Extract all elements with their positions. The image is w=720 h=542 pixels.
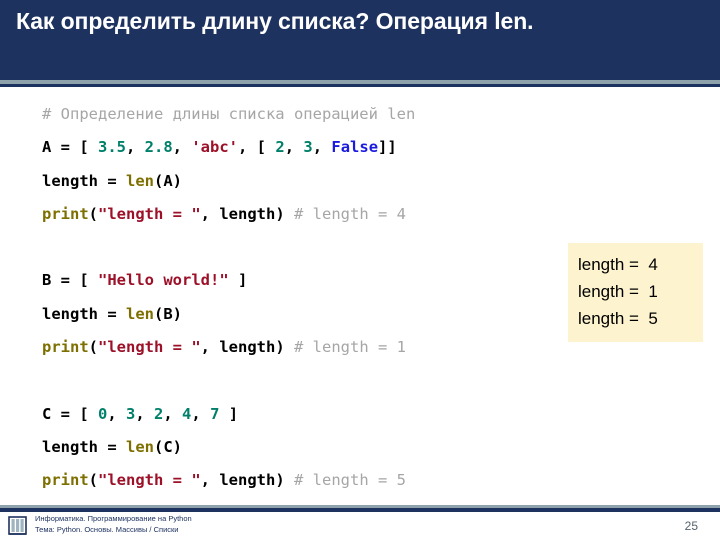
- footer-course-info: Информатика. Программирование на Python …: [35, 514, 455, 535]
- code-line: # Определение длины списка операцией len: [42, 98, 662, 131]
- code-line: C = [ 0, 3, 2, 4, 7 ]: [42, 398, 662, 431]
- code-token-num: 4: [182, 404, 192, 423]
- code-token-comment: # length = 4: [294, 204, 406, 223]
- code-token-plain: ,: [284, 138, 304, 157]
- code-token-fn: len: [126, 437, 154, 456]
- code-token-plain: , [: [238, 138, 276, 157]
- code-token-plain: length =: [42, 304, 126, 323]
- code-token-plain: ,: [191, 404, 211, 423]
- code-token-plain: , length): [200, 204, 294, 223]
- code-token-plain: ,: [107, 404, 127, 423]
- code-token-plain: (: [88, 204, 99, 223]
- book-logo-icon: [7, 515, 28, 537]
- code-token-plain: , length): [200, 338, 294, 357]
- page-title: Как определить длину списка? Операция le…: [16, 8, 534, 34]
- code-token-plain: ,: [163, 404, 183, 423]
- output-callout: length = 4 length = 1 length = 5: [568, 243, 703, 342]
- code-token-num: 3: [126, 404, 136, 423]
- slide: Как определить длину списка? Операция le…: [0, 0, 720, 540]
- output-line: length = 5: [578, 309, 658, 328]
- code-token-plain: length =: [42, 437, 126, 456]
- code-token-plain: C = [: [42, 404, 98, 423]
- code-token-kw: False: [331, 138, 379, 157]
- code-token-comment: # length = 5: [294, 471, 406, 490]
- code-token-fn: len: [126, 171, 154, 190]
- code-token-comment: # Определение длины списка операцией len: [42, 105, 416, 123]
- slide-header: Как определить длину списка? Операция le…: [0, 0, 720, 80]
- output-line: length = 1: [578, 282, 658, 301]
- code-line: A = [ 3.5, 2.8, 'abc', [ 2, 3, False]]: [42, 131, 662, 164]
- code-token-plain: (B): [154, 304, 182, 323]
- header-bottom-rule: [0, 84, 720, 87]
- code-line: length = len(A): [42, 165, 662, 198]
- code-token-plain: , length): [200, 471, 294, 490]
- code-token-plain: ,: [172, 138, 192, 157]
- code-token-fn: print: [42, 338, 89, 357]
- code-token-plain: (C): [154, 437, 182, 456]
- footer-line-2: Тема: Python. Основы. Массивы / Списки: [35, 524, 179, 534]
- code-line: length = len(C): [42, 431, 662, 464]
- code-token-num: 2: [154, 404, 164, 423]
- code-token-plain: ]: [228, 271, 248, 290]
- code-token-plain: (: [88, 338, 99, 357]
- code-token-plain: ,: [126, 138, 145, 157]
- code-token-plain: A = [: [42, 138, 98, 157]
- code-token-plain: length =: [42, 171, 126, 190]
- code-token-plain: ]: [219, 404, 239, 423]
- code-token-plain: B = [: [42, 271, 98, 290]
- code-token-fn: print: [42, 471, 89, 490]
- code-line: print("length = ", length) # length = 5: [42, 464, 662, 497]
- code-token-num: 3: [303, 138, 313, 157]
- slide-footer: Информатика. Программирование на Python …: [0, 512, 720, 540]
- code-token-comment: # length = 1: [294, 338, 406, 357]
- code-token-fn: print: [42, 204, 89, 223]
- code-token-str: 'abc': [191, 138, 239, 157]
- code-token-str: "Hello world!": [98, 271, 229, 290]
- code-token-str: "length = ": [98, 338, 201, 357]
- code-token-fn: len: [126, 304, 154, 323]
- code-token-num: 0: [98, 404, 108, 423]
- code-token-num: 2: [275, 138, 285, 157]
- code-token-num: 2.8: [144, 138, 173, 157]
- code-token-plain: ,: [135, 404, 155, 423]
- code-token-plain: (A): [154, 171, 182, 190]
- code-token-str: "length = ": [98, 471, 201, 490]
- code-token-num: 3.5: [98, 138, 126, 157]
- code-token-str: "length = ": [98, 204, 201, 223]
- footer-line-1: Информатика. Программирование на Python: [35, 514, 192, 523]
- code-token-plain: ]]: [378, 138, 397, 157]
- page-number: 25: [684, 519, 698, 533]
- code-token-plain: ,: [312, 138, 332, 157]
- output-line: length = 4: [578, 255, 658, 274]
- code-line: print("length = ", length) # length = 4: [42, 198, 662, 231]
- code-token-plain: (: [88, 471, 99, 490]
- code-token-num: 7: [210, 404, 220, 423]
